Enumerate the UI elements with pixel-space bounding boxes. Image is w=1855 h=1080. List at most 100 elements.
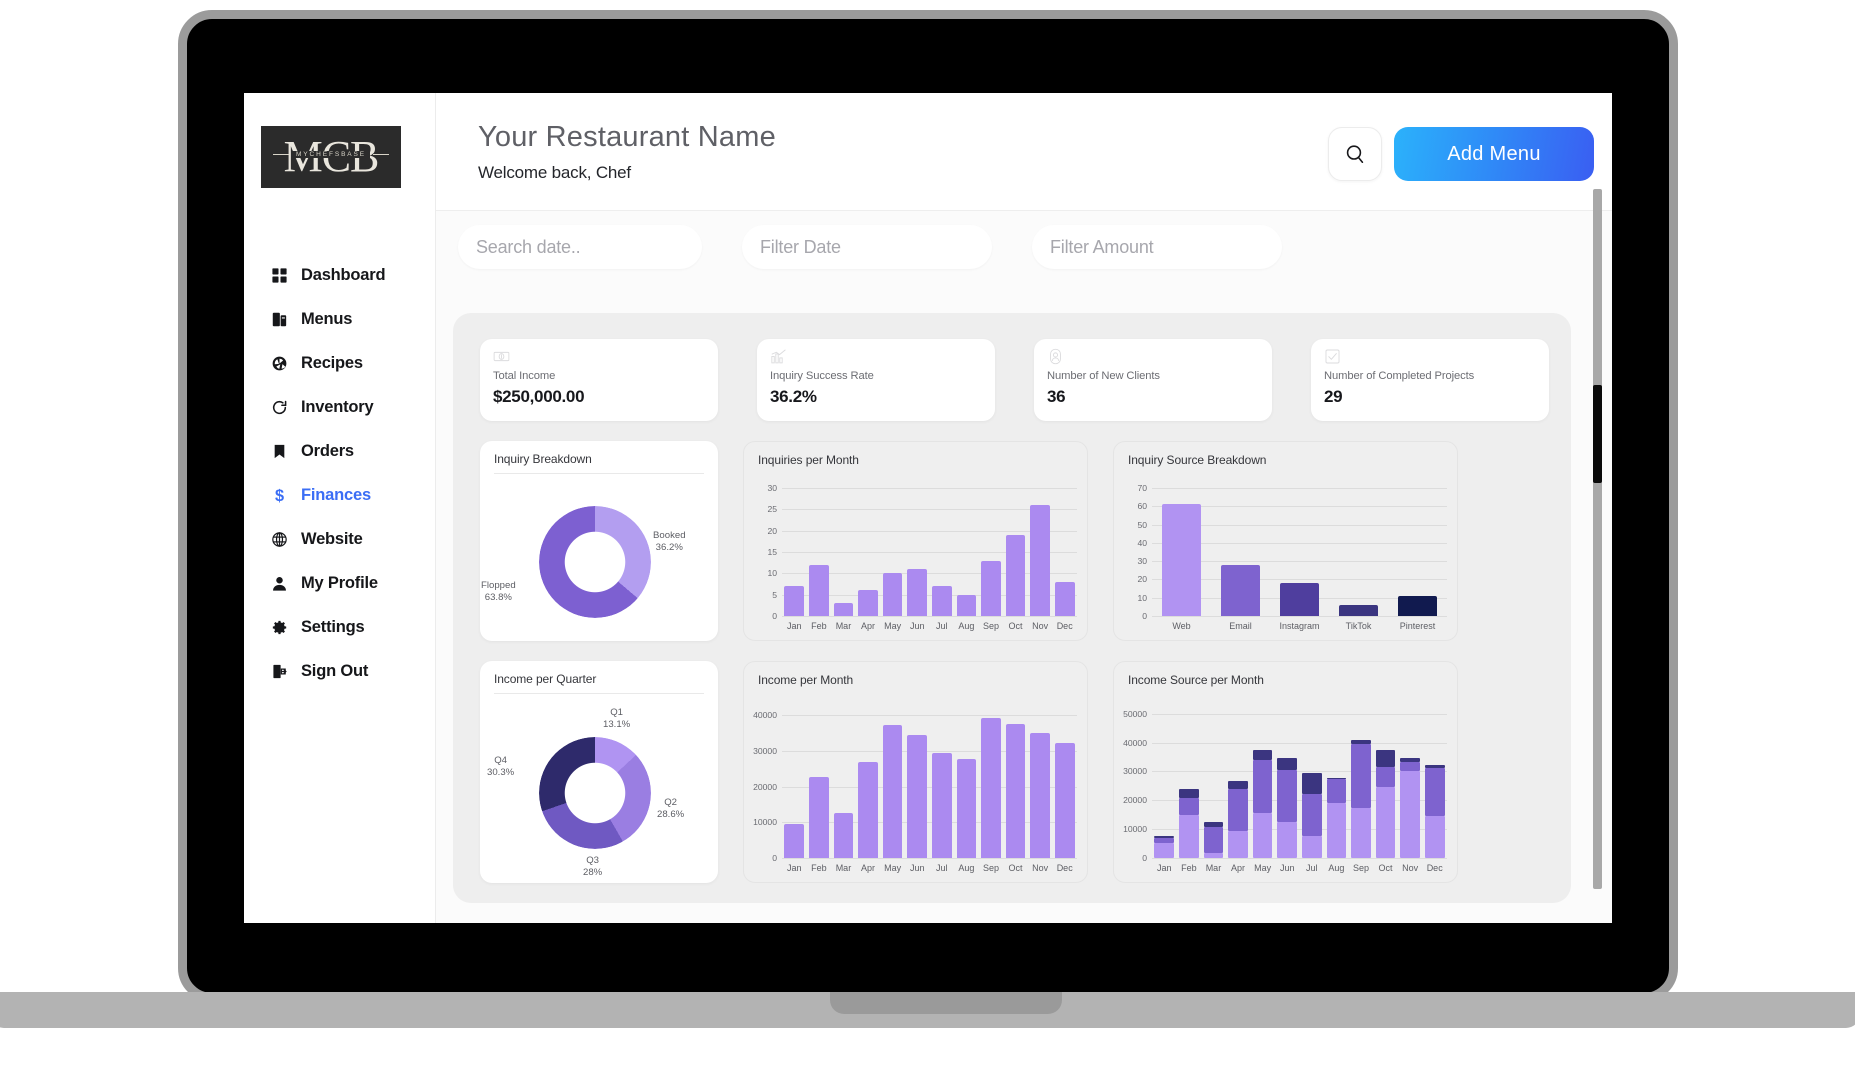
donut-slice-label: Q2 28.6% — [657, 797, 684, 822]
recipe-icon — [270, 354, 289, 373]
sidebar-item-my-profile[interactable]: My Profile — [244, 561, 435, 605]
bar-segment — [1154, 843, 1175, 858]
logo-subtitle: MYCHEFSBASE — [291, 151, 371, 158]
x-axis-tick: Oct — [1378, 863, 1393, 873]
gridline — [1152, 616, 1447, 617]
sidebar-item-label: Inventory — [301, 397, 374, 416]
bar — [784, 586, 805, 616]
app-header: Your Restaurant Name Welcome back, Chef … — [436, 93, 1612, 211]
x-axis-tick: Apr — [861, 863, 876, 873]
bar-segment — [1277, 769, 1298, 823]
sidebar-item-label: Dashboard — [301, 265, 386, 284]
x-axis-tick: Sep — [982, 621, 999, 631]
bar-segment — [1351, 739, 1371, 744]
donut-chart — [539, 506, 651, 618]
kpi-label: Number of Completed Projects — [1324, 370, 1475, 382]
y-axis-tick: 0 — [1142, 853, 1147, 863]
book-icon — [270, 310, 289, 329]
filter-date-input[interactable] — [760, 236, 992, 258]
bar-segment — [1400, 762, 1420, 772]
y-axis-tick: 70 — [1137, 483, 1147, 493]
header-search-button[interactable] — [1328, 127, 1382, 181]
banknote-icon — [493, 348, 510, 365]
y-axis-tick: 30 — [1137, 556, 1147, 567]
checkbox-icon — [1324, 348, 1341, 365]
x-axis-tick: Feb — [811, 621, 827, 631]
laptop-body: MCB MYCHEFSBASE Dashboard Menus Recipes Inv… — [178, 10, 1678, 1002]
gridline — [1152, 713, 1447, 715]
x-axis-tick: Oct — [1008, 621, 1023, 631]
chart-title: Income per Month — [758, 673, 854, 687]
gridline — [1152, 858, 1447, 859]
bar-segment — [1301, 836, 1322, 858]
x-axis-tick: Dec — [1426, 863, 1443, 873]
vertical-scrollbar[interactable] — [1593, 189, 1602, 889]
y-axis-tick: 40000 — [1123, 737, 1147, 748]
sidebar-item-label: My Profile — [301, 573, 378, 592]
x-axis-tick: Jun — [909, 863, 925, 873]
x-axis-tick: Jul — [936, 863, 948, 873]
app-logo[interactable]: MCB MYCHEFSBASE — [261, 126, 401, 188]
filter-amount-input[interactable] — [1050, 236, 1282, 258]
chart-title: Inquiry Breakdown — [494, 452, 592, 466]
bar-segment — [1424, 765, 1445, 768]
sidebar-item-label: Settings — [301, 617, 365, 636]
app-screen: MCB MYCHEFSBASE Dashboard Menus Recipes Inv… — [244, 93, 1612, 923]
slice-value: 28% — [583, 867, 603, 879]
title-divider — [494, 693, 704, 694]
globe-icon — [270, 530, 289, 549]
x-axis-tick: TikTok — [1345, 621, 1372, 631]
dollar-icon: $ — [270, 486, 289, 505]
sidebar-item-orders[interactable]: Orders — [244, 429, 435, 473]
slice-name: Booked — [653, 530, 686, 541]
search-icon — [1346, 145, 1364, 164]
search-input[interactable] — [476, 236, 708, 258]
x-axis-tick: Jun — [909, 621, 925, 631]
sidebar-item-inventory[interactable]: Inventory — [244, 385, 435, 429]
bar — [956, 594, 977, 616]
bar-segment — [1154, 836, 1175, 838]
bar — [1005, 724, 1026, 858]
filter-date-field[interactable] — [742, 225, 992, 269]
bar-segment — [1351, 743, 1371, 808]
x-axis-tick: Aug — [958, 863, 975, 873]
sidebar-item-website[interactable]: Website — [244, 517, 435, 561]
y-axis-tick: 20 — [767, 525, 777, 536]
sidebar-item-recipes[interactable]: Recipes — [244, 341, 435, 385]
kpi-card: Number of New Clients 36 — [1034, 339, 1272, 421]
scrollbar-thumb[interactable] — [1593, 385, 1602, 483]
y-axis-tick: 0 — [772, 853, 777, 863]
gear-icon — [270, 618, 289, 637]
y-axis-tick: 40000 — [753, 710, 777, 721]
y-axis-tick: 10000 — [1123, 824, 1147, 835]
y-axis-tick: 20000 — [1123, 795, 1147, 806]
add-menu-button[interactable]: Add Menu — [1394, 127, 1594, 181]
filter-amount-field[interactable] — [1032, 225, 1282, 269]
sidebar-item-finances[interactable]: $ Finances — [244, 473, 435, 517]
sidebar-item-settings[interactable]: Settings — [244, 605, 435, 649]
y-axis-tick: 15 — [767, 547, 777, 557]
chart-card-income-source-per-month: Income Source per Month 0 10000 20000 30000 4… — [1113, 661, 1458, 883]
slice-value: 30.3% — [487, 767, 515, 779]
x-axis-tick: May — [884, 621, 902, 631]
kpi-value: 29 — [1324, 387, 1343, 406]
kpi-value: 36.2% — [770, 387, 817, 406]
search-date-field[interactable] — [458, 225, 708, 269]
sidebar-item-dashboard[interactable]: Dashboard — [244, 253, 435, 297]
bar-segment — [1277, 822, 1298, 858]
sidebar-item-menus[interactable]: Menus — [244, 297, 435, 341]
y-axis-tick: 30 — [767, 483, 777, 493]
x-axis-tick: Email — [1229, 621, 1252, 631]
x-axis-tick: May — [884, 863, 902, 873]
sidebar-item-sign-out[interactable]: Sign Out — [244, 649, 435, 693]
x-axis-tick: Sep — [1352, 863, 1369, 873]
x-axis-tick: Instagram — [1279, 621, 1320, 631]
slice-value: 36.2% — [655, 542, 683, 554]
chart-card-inquiry-breakdown: Inquiry Breakdown Booked 36.2% Flopped 63.8% — [480, 441, 718, 641]
bar-segment — [1424, 768, 1445, 816]
x-axis-tick: Jul — [1306, 863, 1318, 873]
sign-out-icon — [270, 662, 289, 681]
bar-segment — [1179, 814, 1199, 858]
bar-segment — [1375, 786, 1396, 858]
x-axis-tick: Apr — [1231, 863, 1246, 873]
